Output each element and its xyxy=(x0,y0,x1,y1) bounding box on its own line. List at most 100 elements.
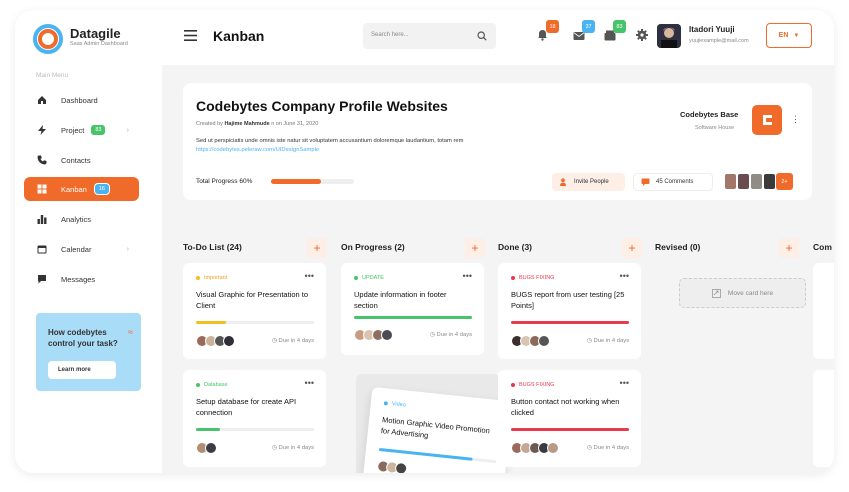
user-avatar[interactable] xyxy=(657,24,681,48)
avatar xyxy=(750,173,763,190)
invite-people-button[interactable]: Invite People xyxy=(552,173,625,191)
card-tag: BUGS FIXING xyxy=(511,275,554,281)
avatar xyxy=(724,173,737,190)
bar-chart-icon xyxy=(37,214,47,224)
sidebar: Datagile Saas Admin Dashboard Main Menu … xyxy=(15,10,162,473)
sidebar-item-label: Project xyxy=(61,125,85,135)
move-card-placeholder[interactable]: Move card here xyxy=(679,278,806,308)
card-menu-icon[interactable]: ••• xyxy=(620,378,629,388)
search-input[interactable]: Search here... xyxy=(363,23,496,49)
header: Kanban Search here... 18 37 83 Itadori Y… xyxy=(162,10,834,65)
column-title-done: Done (3) xyxy=(498,242,532,252)
project-author: Hajime Mahmude xyxy=(224,121,270,127)
member-avatars[interactable]: 2+ xyxy=(724,173,793,190)
kanban-card[interactable]: UPDATE ••• Update information in footer … xyxy=(341,263,484,355)
card-progress-bar xyxy=(511,428,629,431)
sidebar-item-project[interactable]: Project 83 › xyxy=(24,118,139,142)
due-date: ◷ Due in 4 days xyxy=(271,338,314,344)
card-tag: Database xyxy=(196,382,228,388)
home-icon xyxy=(37,95,47,105)
sidebar-item-label: Analytics xyxy=(61,214,92,224)
card-menu-icon[interactable]: ••• xyxy=(620,271,629,281)
add-card-progress-button[interactable]: + xyxy=(465,238,485,258)
promo-card: How codebytes control your task? ≈ Learn… xyxy=(36,313,141,391)
language-select[interactable]: EN ▼ xyxy=(766,23,812,48)
company-logo-icon xyxy=(752,105,782,135)
company-type: Software House xyxy=(695,125,735,131)
column-title-next: Com xyxy=(813,242,832,252)
comments-button[interactable]: 45 Comments xyxy=(633,173,713,191)
sidebar-item-label: Contacts xyxy=(61,155,91,165)
sidebar-item-contacts[interactable]: Contacts xyxy=(24,148,139,172)
more-options-icon[interactable]: ⋮ xyxy=(791,114,800,125)
dragging-card[interactable]: Video Motion Graphic Video Promotion for… xyxy=(362,386,513,473)
search-icon[interactable] xyxy=(477,31,487,41)
hamburger-menu-icon[interactable] xyxy=(184,30,197,41)
progress-label: Total Progress 60% xyxy=(196,178,253,185)
chat-icon xyxy=(37,274,47,284)
avatar xyxy=(763,173,776,190)
sidebar-item-label: Kanban xyxy=(61,184,87,194)
drag-card-icon xyxy=(712,288,721,298)
add-card-todo-button[interactable]: + xyxy=(307,238,327,258)
kanban-card[interactable]: BUGS FIXING ••• BUGS report from user te… xyxy=(498,263,641,359)
tag-dot-icon xyxy=(511,276,515,280)
card-avatars xyxy=(196,335,235,347)
card-progress-bar xyxy=(196,428,314,431)
language-value: EN xyxy=(778,32,789,39)
card-tag: UPDATE xyxy=(354,275,384,281)
app-window: Datagile Saas Admin Dashboard Main Menu … xyxy=(15,10,834,473)
add-card-done-button[interactable]: + xyxy=(622,238,642,258)
kanban-card-partial[interactable] xyxy=(813,263,834,359)
wave-icon: ≈ xyxy=(128,327,133,337)
card-title: Visual Graphic for Presentation to Clien… xyxy=(196,290,309,310)
learn-more-button[interactable]: Learn more xyxy=(48,361,116,379)
card-menu-icon[interactable]: ••• xyxy=(305,378,314,388)
page-title: Kanban xyxy=(213,28,265,44)
card-progress-bar xyxy=(511,321,629,324)
brand-subtitle: Saas Admin Dashboard xyxy=(70,41,128,47)
card-progress-bar xyxy=(354,316,472,319)
add-card-revised-button[interactable]: + xyxy=(779,238,799,258)
settings-button[interactable] xyxy=(636,28,650,42)
notification-button[interactable]: 18 xyxy=(537,20,559,42)
due-date: ◷ Due in 4 days xyxy=(586,445,629,451)
card-tag: Video xyxy=(383,400,406,408)
brand-logo-icon xyxy=(33,24,63,54)
kanban-card[interactable]: Database ••• Setup database for create A… xyxy=(183,370,326,467)
grid-icon xyxy=(37,184,47,194)
comments-label: 45 Comments xyxy=(656,179,694,185)
tag-dot-icon xyxy=(196,276,200,280)
brand-name: Datagile xyxy=(70,26,121,41)
more-members-badge[interactable]: 2+ xyxy=(776,173,793,190)
card-title: Button contact not working when clicked xyxy=(511,397,620,417)
sidebar-item-analytics[interactable]: Analytics xyxy=(24,207,139,231)
sidebar-item-dashboard[interactable]: Dashboard xyxy=(24,88,139,112)
search-placeholder: Search here... xyxy=(371,32,409,38)
sidebar-item-label: Dashboard xyxy=(61,95,98,105)
card-menu-icon[interactable]: ••• xyxy=(463,271,472,281)
kanban-card-partial[interactable] xyxy=(813,370,834,467)
kanban-card[interactable]: BUGS FIXING ••• Button contact not worki… xyxy=(498,370,641,467)
due-date: ◷ Due in 4 days xyxy=(429,332,472,338)
sidebar-item-kanban[interactable]: Kanban 16 xyxy=(24,177,139,201)
project-count-badge: 83 xyxy=(91,125,106,135)
card-menu-icon[interactable]: ••• xyxy=(305,271,314,281)
sidebar-item-label: Calendar xyxy=(61,244,92,254)
project-link[interactable]: https://codebytes.peleraw.com/UIDesignSa… xyxy=(196,147,319,153)
bolt-icon xyxy=(37,125,47,135)
kanban-card[interactable]: Important ••• Visual Graphic for Present… xyxy=(183,263,326,359)
sidebar-item-calendar[interactable]: Calendar › xyxy=(24,237,139,261)
user-email: yuujiexample@mail.com xyxy=(689,38,749,44)
card-avatars xyxy=(511,442,559,454)
column-title-revised: Revised (0) xyxy=(655,242,701,252)
messages-button[interactable]: 37 xyxy=(573,20,595,42)
card-title: Motion Graphic Video Promotion for Adver… xyxy=(380,415,491,440)
comment-icon xyxy=(641,178,650,186)
menu-title: Main Menu xyxy=(36,72,69,79)
tag-dot-icon xyxy=(354,276,358,280)
sidebar-item-messages[interactable]: Messages xyxy=(24,267,139,291)
card-title: BUGS report from user testing [25 Points… xyxy=(511,290,625,310)
card-tag: BUGS FIXING xyxy=(511,382,554,388)
inbox-button[interactable]: 83 xyxy=(604,20,626,42)
